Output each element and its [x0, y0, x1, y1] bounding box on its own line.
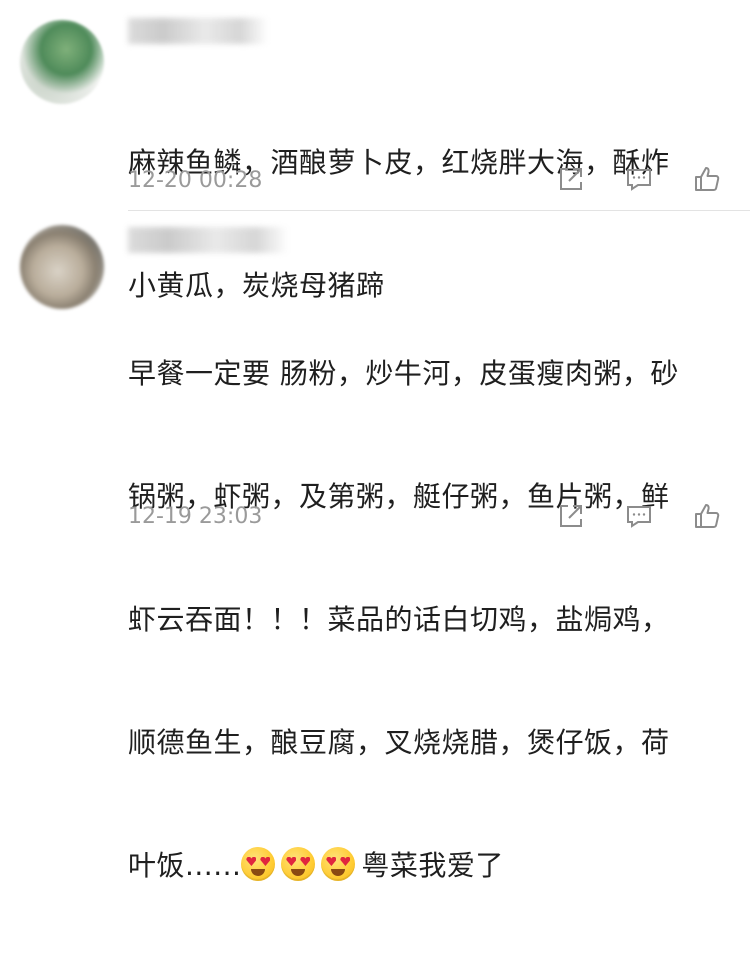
comment-icon	[624, 501, 654, 531]
comment-text-segment: 粤菜我爱了	[361, 849, 504, 882]
comment-text-line: 虾云吞面！！！菜品的话白切鸡，盐焗鸡，	[128, 603, 670, 636]
share-icon	[556, 164, 586, 194]
like-button[interactable]	[692, 501, 722, 531]
comment-text-line: 早餐一定要 肠粉，炒牛河，皮蛋瘦肉粥，砂	[128, 357, 679, 390]
heart-eyes-emoji-icon	[281, 847, 316, 881]
comment-button[interactable]	[624, 164, 654, 194]
comment-icon	[624, 164, 654, 194]
share-button[interactable]	[556, 501, 586, 531]
thumbs-up-icon	[692, 164, 722, 194]
comment-timestamp: 12-19 23:03	[128, 504, 263, 529]
heart-eyes-emoji-icon	[241, 847, 276, 881]
avatar[interactable]	[20, 225, 104, 309]
comment-button[interactable]	[624, 501, 654, 531]
avatar[interactable]	[20, 20, 104, 104]
comment-text-line: 叶饭...... 粤菜我爱了	[128, 845, 728, 886]
comment-item: 麻辣鱼鳞，酒酿萝卜皮，红烧胖大海，酥炸 小黄瓜，炭烧母猪蹄 12-20 00:2…	[0, 0, 750, 302]
username-blurred[interactable]	[128, 18, 268, 44]
like-button[interactable]	[692, 164, 722, 194]
comment-text: 早餐一定要 肠粉，炒牛河，皮蛋瘦肉粥，砂 锅粥，虾粥，及第粥，艇仔粥，鱼片粥，鲜…	[128, 271, 728, 968]
share-icon	[556, 501, 586, 531]
comment-timestamp: 12-20 00:28	[128, 168, 263, 193]
username-blurred[interactable]	[128, 227, 288, 253]
thumbs-up-icon	[692, 501, 722, 531]
heart-eyes-emoji-icon	[321, 847, 356, 881]
share-button[interactable]	[556, 164, 586, 194]
comment-text-line: 顺德鱼生，酿豆腐，叉烧烧腊，煲仔饭，荷	[128, 726, 670, 759]
comment-item: 早餐一定要 肠粉，炒牛河，皮蛋瘦肉粥，砂 锅粥，虾粥，及第粥，艇仔粥，鱼片粥，鲜…	[0, 211, 750, 882]
comment-text-segment: 叶饭......	[128, 849, 242, 882]
